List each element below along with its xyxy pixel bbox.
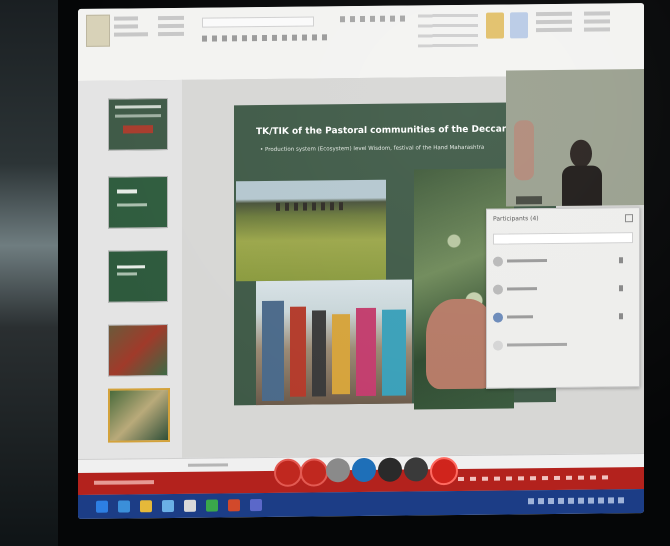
slide-thumbnail[interactable]	[108, 176, 168, 229]
slide-bullet: • Production system (Ecosystem) level Wi…	[260, 144, 485, 154]
participant-row[interactable]	[493, 280, 633, 301]
person-head	[570, 139, 592, 168]
chrome-icon[interactable]	[206, 499, 218, 512]
hand-shape	[514, 120, 534, 181]
participants-title: Participants (4)	[493, 215, 539, 223]
paragraph-buttons[interactable]	[340, 15, 410, 23]
shape-effects-icon[interactable]	[536, 27, 572, 33]
mic-icon[interactable]	[619, 257, 623, 264]
person-body	[562, 165, 602, 206]
mic-icon[interactable]	[619, 285, 623, 292]
find-icon[interactable]	[584, 11, 610, 16]
slide-thumbnail[interactable]	[108, 250, 168, 303]
participants-panel: Participants (4)	[486, 207, 640, 389]
grassland-photo	[236, 179, 386, 282]
font-format-buttons[interactable]	[202, 34, 332, 42]
slide-thumbnail[interactable]	[108, 98, 168, 151]
hangup-icon[interactable]	[430, 456, 458, 486]
teams-icon[interactable]	[250, 499, 262, 512]
slide-thumbnail[interactable]	[108, 324, 168, 377]
mic-icon[interactable]	[274, 458, 302, 487]
powerpoint-icon[interactable]	[228, 499, 240, 512]
replace-icon[interactable]	[584, 19, 610, 24]
name-tag	[516, 196, 542, 205]
participant-row[interactable]	[493, 308, 633, 329]
community-photo	[256, 279, 412, 406]
paste-icon[interactable]	[86, 14, 110, 47]
explorer-icon[interactable]	[140, 500, 152, 513]
share-icon[interactable]	[326, 458, 350, 483]
new-slide-icon[interactable]	[158, 15, 184, 21]
avatar	[493, 256, 503, 267]
font-box[interactable]	[202, 16, 314, 28]
invite-row[interactable]	[493, 336, 633, 357]
slides-group	[158, 14, 184, 37]
video-icon[interactable]	[300, 458, 328, 487]
view-controls[interactable]	[458, 475, 608, 481]
system-tray[interactable]	[528, 497, 628, 505]
editing-group	[536, 10, 572, 33]
shapes-gallery[interactable]	[418, 12, 478, 48]
slide-thumbnail-selected[interactable]	[108, 388, 170, 443]
search-box[interactable]	[493, 232, 633, 245]
participants-icon[interactable]	[404, 457, 428, 482]
participant-row[interactable]	[493, 252, 633, 273]
copy-icon[interactable]	[114, 24, 138, 29]
app-icon[interactable]	[184, 499, 196, 512]
slide-info	[94, 480, 154, 485]
select-icon[interactable]	[584, 27, 610, 32]
layout-icon[interactable]	[158, 23, 184, 29]
shape-fill-icon[interactable]	[536, 11, 572, 17]
cut-icon[interactable]	[114, 16, 138, 21]
avatar	[493, 284, 503, 295]
slide-thumbnails-pane	[78, 79, 183, 459]
find-group	[584, 9, 610, 32]
add-person-icon	[493, 340, 503, 351]
clipboard-group	[114, 14, 148, 37]
section-icon[interactable]	[158, 31, 184, 37]
mic-icon[interactable]	[619, 313, 623, 320]
monitor-screen: TK/TIK of the Pastoral communities of th…	[78, 3, 644, 519]
slide-title: TK/TIK of the Pastoral communities of th…	[256, 124, 532, 138]
arrange-icon[interactable]	[486, 12, 504, 39]
store-icon[interactable]	[162, 499, 174, 513]
format-painter-icon[interactable]	[114, 32, 148, 37]
start-icon[interactable]	[96, 500, 108, 513]
close-icon[interactable]	[625, 214, 633, 223]
shape-outline-icon[interactable]	[536, 19, 572, 25]
quick-styles-icon[interactable]	[510, 12, 528, 39]
edge-icon[interactable]	[118, 500, 130, 513]
more-icon[interactable]	[378, 457, 402, 482]
chat-icon[interactable]	[352, 457, 376, 483]
participant-video	[506, 69, 644, 207]
avatar	[493, 312, 503, 323]
